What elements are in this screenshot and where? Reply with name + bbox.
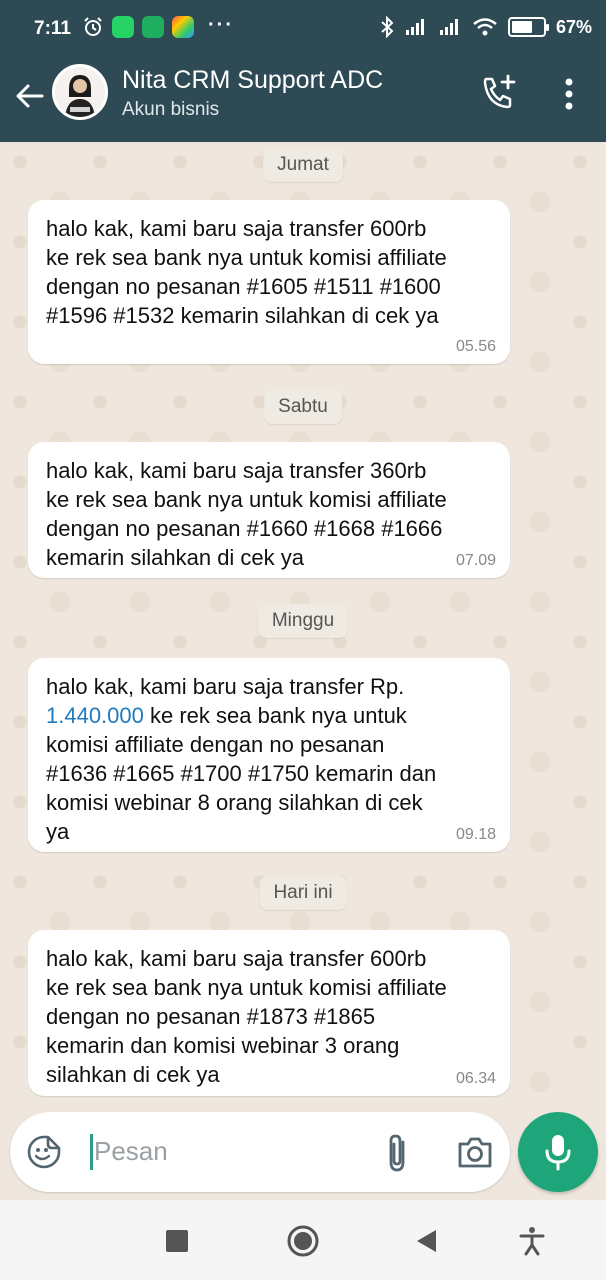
- message-time: 09.18: [455, 826, 496, 843]
- whatsapp-business-notification-icon: [142, 16, 164, 38]
- signal-icon-1: [405, 19, 424, 35]
- message-time: 06.34: [455, 1070, 496, 1087]
- status-time: 7:11: [34, 18, 71, 39]
- message-composer: Pesan: [10, 1112, 510, 1192]
- message-bubble[interactable]: halo kak, kami baru saja transfer 360rb …: [28, 442, 510, 578]
- message-text-part: halo kak, kami baru saja transfer Rp.: [46, 674, 405, 699]
- message-text: halo kak, kami baru saja transfer 600rb …: [46, 946, 447, 1087]
- message-time: 07.09: [455, 552, 496, 569]
- bluetooth-icon: [381, 16, 394, 38]
- chat-header: Nita CRM Support ADC Akun bisnis: [0, 58, 606, 142]
- date-divider: Jumat: [263, 148, 343, 182]
- alarm-icon: [84, 17, 102, 36]
- message-bubble[interactable]: halo kak, kami baru saja transfer 600rb …: [28, 930, 510, 1096]
- contact-subtitle: Akun bisnis: [122, 99, 220, 120]
- date-divider: Hari ini: [259, 876, 347, 910]
- battery-percent: 67%: [555, 16, 592, 37]
- message-bubble[interactable]: halo kak, kami baru saja transfer Rp. 1.…: [28, 658, 510, 852]
- status-bar: 7:11 ··· 67%: [0, 0, 606, 58]
- chat-area[interactable]: Jumat halo kak, kami baru saja transfer …: [0, 142, 606, 1102]
- emoji-sticker-icon[interactable]: [26, 1134, 62, 1170]
- text-caret: [90, 1134, 93, 1170]
- battery-level: [511, 21, 533, 33]
- app-notification-icon: [172, 16, 194, 38]
- message-text: halo kak, kami baru saja transfer 600rb …: [46, 216, 447, 328]
- recent-apps-icon[interactable]: [166, 1230, 188, 1252]
- date-divider: Sabtu: [264, 390, 342, 424]
- amount-link[interactable]: 1.440.000: [46, 703, 144, 728]
- contact-avatar[interactable]: [52, 64, 108, 120]
- back-arrow-icon[interactable]: [12, 78, 48, 114]
- microphone-icon: [545, 1135, 571, 1171]
- voice-message-button[interactable]: [518, 1112, 598, 1192]
- attach-paperclip-icon[interactable]: [382, 1132, 412, 1174]
- message-bubble[interactable]: halo kak, kami baru saja transfer 600rb …: [28, 200, 510, 364]
- contact-name[interactable]: Nita CRM Support ADC: [122, 66, 383, 95]
- date-divider: Minggu: [257, 604, 349, 638]
- battery-icon: [507, 17, 549, 37]
- wifi-icon: [473, 18, 497, 36]
- more-notifications-icon: ···: [208, 14, 234, 36]
- whatsapp-notification-icon: [112, 16, 134, 38]
- system-nav-bar: [0, 1200, 606, 1280]
- message-text: halo kak, kami baru saja transfer Rp. 1.…: [46, 672, 492, 846]
- message-text: halo kak, kami baru saja transfer 360rb …: [46, 458, 447, 570]
- back-triangle-icon[interactable]: [414, 1228, 438, 1254]
- signal-icon-2: [439, 19, 458, 35]
- home-icon[interactable]: [286, 1224, 320, 1258]
- message-input[interactable]: Pesan: [94, 1136, 168, 1167]
- add-call-icon[interactable]: [480, 74, 518, 112]
- accessibility-icon[interactable]: [518, 1226, 546, 1256]
- more-options-icon[interactable]: [556, 76, 582, 112]
- message-time: 05.56: [455, 338, 496, 355]
- camera-icon[interactable]: [456, 1134, 494, 1170]
